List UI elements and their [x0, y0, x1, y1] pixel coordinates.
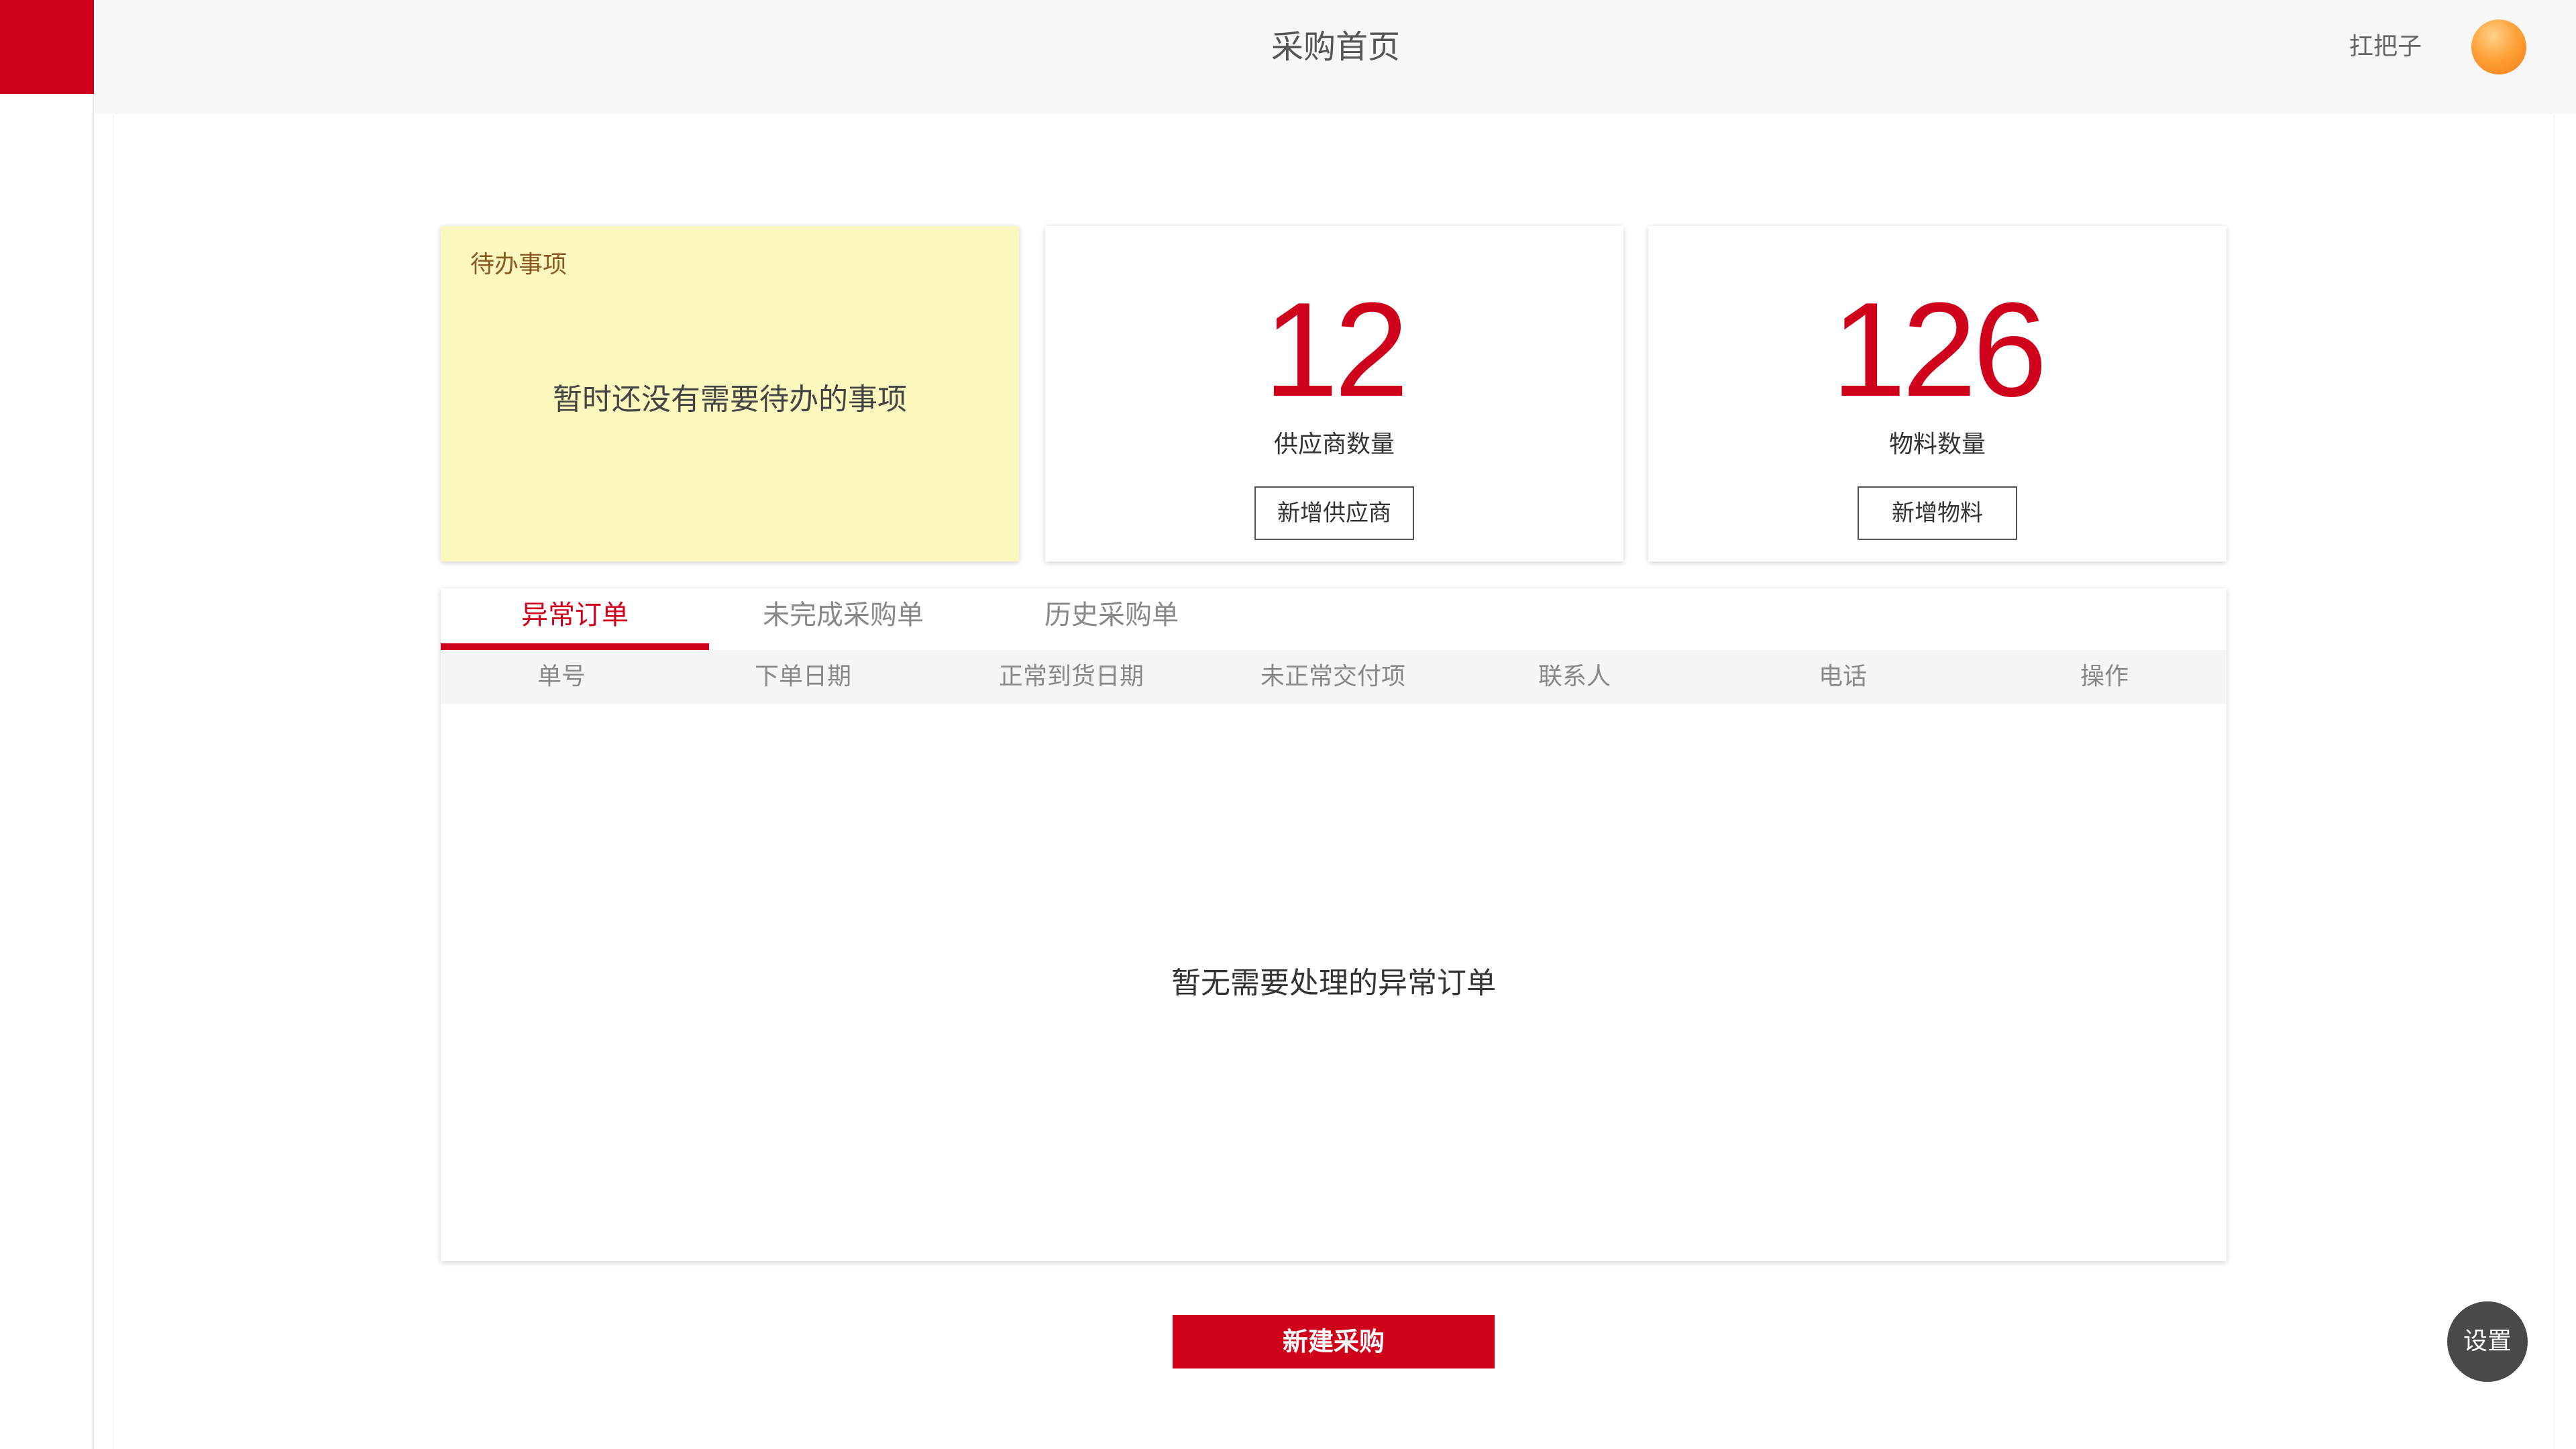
new-purchase-button[interactable]: 新建采购: [1173, 1315, 1495, 1368]
avatar[interactable]: [2471, 19, 2526, 74]
material-stat-card: 126 物料数量 新增物料: [1648, 226, 2226, 561]
column-header-phone: 电话: [1818, 663, 1867, 690]
column-header-contact: 联系人: [1538, 663, 1611, 690]
column-header-order-date: 下单日期: [754, 663, 851, 690]
todo-card: 待办事项 暂时还没有需要待办的事项: [441, 226, 1019, 561]
table-header: 单号 下单日期 正常到货日期 未正常交付项 联系人 电话 操作: [441, 650, 2226, 704]
settings-button[interactable]: 设置: [2447, 1301, 2528, 1382]
supplier-count-label: 供应商数量: [1273, 431, 1395, 458]
page-title: 采购首页: [1271, 28, 1400, 66]
material-count: 126: [1831, 275, 2047, 425]
add-supplier-button[interactable]: 新增供应商: [1254, 486, 1414, 540]
column-header-order-no: 单号: [537, 663, 586, 690]
column-header-arrival-date: 正常到货日期: [998, 663, 1144, 690]
orders-empty-message: 暂无需要处理的异常订单: [1171, 966, 1496, 1000]
todo-empty-message: 暂时还没有需要待办的事项: [553, 382, 907, 417]
tab-history-orders[interactable]: 历史采购单: [977, 588, 1246, 650]
orders-panel: 异常订单 未完成采购单 历史采购单 单号 下单日期 正常到货日期 未正常交付项 …: [441, 588, 2226, 1261]
column-header-actions: 操作: [2080, 663, 2129, 690]
order-tabs: 异常订单 未完成采购单 历史采购单: [441, 588, 2226, 650]
supplier-count: 12: [1263, 275, 1409, 425]
column-header-undelivered-items: 未正常交付项: [1260, 663, 1405, 690]
supplier-stat-card: 12 供应商数量 新增供应商: [1045, 226, 1623, 561]
todo-title: 待办事项: [470, 251, 568, 278]
add-material-button[interactable]: 新增物料: [1858, 486, 2017, 540]
tab-incomplete-orders[interactable]: 未完成采购单: [709, 588, 977, 650]
logo[interactable]: [0, 0, 94, 94]
material-count-label: 物料数量: [1888, 431, 1986, 458]
username[interactable]: 扛把子: [2349, 0, 2422, 94]
tab-abnormal-orders[interactable]: 异常订单: [441, 588, 709, 650]
top-bar: 采购首页 扛把子: [95, 0, 2576, 114]
sidebar: [0, 0, 94, 1449]
